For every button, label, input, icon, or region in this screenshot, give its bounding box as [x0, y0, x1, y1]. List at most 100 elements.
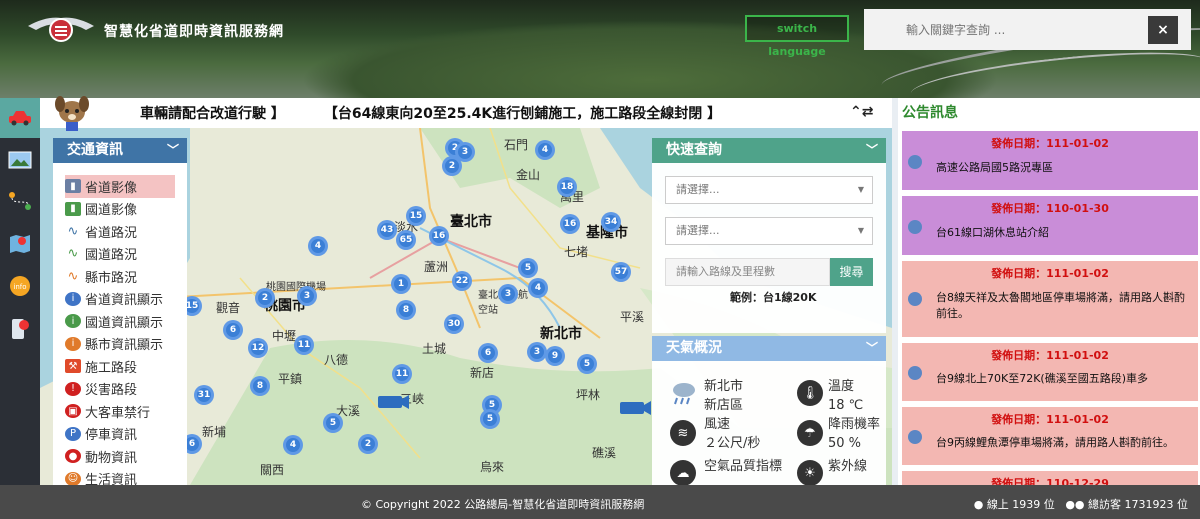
example-hint: 範例：台1線20K [730, 291, 817, 304]
marquee-controls[interactable]: ⌃⇄ [850, 104, 873, 120]
switch-language-button[interactable]: switch language [745, 15, 849, 58]
camera-cluster-marker[interactable]: 12 [248, 338, 268, 358]
quick-query-title: 快速查詢 [666, 142, 722, 158]
chart-line-icon: ∿ [67, 223, 79, 239]
announcement-text: 台8線天祥及太魯閣地區停車場將滿，請用路人斟酌前往。 [936, 291, 1185, 320]
info-bubble-icon[interactable]: info [0, 266, 40, 306]
camera-icon[interactable] [376, 390, 410, 414]
traffic-item-provincial-cctv[interactable]: ▮ 省道影像 [65, 175, 175, 198]
route-icon[interactable] [0, 181, 40, 221]
camera-cluster-marker[interactable]: 16 [560, 214, 580, 234]
traffic-item-county-traffic[interactable]: ∿ 縣市路況 [53, 265, 187, 288]
announcement-item[interactable]: 發佈日期：111-01-02 台8線天祥及太魯閣地區停車場將滿，請用路人斟酌前往… [902, 261, 1198, 337]
camera-cluster-marker[interactable]: 1 [391, 274, 411, 294]
camera-cluster-marker[interactable]: 31 [194, 385, 214, 405]
camera-cluster-marker[interactable]: 5 [480, 409, 500, 429]
chart-line-icon: ∿ [67, 246, 79, 262]
chevron-down-icon[interactable]: ﹀ [866, 138, 878, 163]
camera-cluster-marker[interactable]: 8 [396, 300, 416, 320]
traffic-item-provincial-traffic[interactable]: ∿ 省道路況 [53, 220, 187, 243]
highway-logo-icon[interactable] [26, 14, 96, 44]
people-icon: ☺ [65, 471, 81, 486]
camera-cluster-marker[interactable]: 2 [255, 288, 275, 308]
camera-cluster-marker[interactable]: 22 [452, 271, 472, 291]
camera-cluster-marker[interactable]: 2 [358, 434, 378, 454]
camera-cluster-marker[interactable]: 15 [406, 206, 426, 226]
camera-cluster-marker[interactable]: 4 [528, 278, 548, 298]
map-icon[interactable] [0, 224, 40, 264]
marquee-text[interactable]: 車輛請配合改道行駛 】 【台64線東向20至25.4K進行刨鋪施工，施工路段全線… [140, 103, 721, 123]
camera-cluster-marker[interactable]: 3 [297, 286, 317, 306]
camera-cluster-marker[interactable]: 4 [283, 435, 303, 455]
search-input[interactable] [864, 9, 1147, 50]
icon-rail: info [0, 98, 40, 485]
car-icon[interactable] [0, 98, 40, 138]
info-icon: i [65, 336, 81, 351]
parking-icon: P [65, 426, 81, 441]
globe-icon [908, 430, 922, 444]
camera-cluster-marker[interactable]: 3 [527, 342, 547, 362]
camera-cluster-marker[interactable]: 57 [611, 262, 631, 282]
announcement-item[interactable]: 發佈日期：110-12-29 [902, 471, 1198, 485]
traffic-item-label: 大客車禁行 [85, 405, 151, 421]
traffic-item-freeway-traffic[interactable]: ∿ 國道路況 [53, 243, 187, 266]
camera-cluster-marker[interactable]: 11 [392, 364, 412, 384]
mobile-download-icon[interactable] [0, 309, 40, 349]
announcement-date: 發佈日期：111-01-02 [991, 267, 1109, 280]
traffic-item-construction[interactable]: ⚒ 施工路段 [53, 355, 187, 378]
chevron-down-icon[interactable]: ﹀ [167, 138, 179, 163]
route-select[interactable]: 請選擇... ▼ [665, 176, 873, 204]
announcement-item[interactable]: 發佈日期：111-01-02 台9丙線鯉魚潭停車場將滿，請用路人斟酌前往。 [902, 407, 1198, 465]
site-title[interactable]: 智慧化省道即時資訊服務網 [104, 21, 284, 41]
traffic-item-animal[interactable]: ● 動物資訊 [53, 445, 187, 468]
camera-cluster-marker[interactable]: 34 [601, 212, 621, 232]
camera-cluster-marker[interactable]: 11 [294, 335, 314, 355]
camera-cluster-marker[interactable]: 5 [518, 258, 538, 278]
camera-cluster-marker[interactable]: 9 [545, 346, 565, 366]
weather-panel: 天氣概況 ﹀ 新北市 新店區 🌡 溫度 18 ℃ ≋ 風速 ２公尺/秒 ☂ 降雨… [652, 336, 886, 486]
traffic-item-provincial-cms[interactable]: i 省道資訊顯示 [53, 288, 187, 311]
camera-cluster-marker[interactable]: 5 [323, 413, 343, 433]
camera-cluster-marker[interactable]: 3 [498, 284, 518, 304]
traffic-item-label: 施工路段 [85, 360, 138, 376]
globe-icon [908, 155, 922, 169]
search-close-button[interactable]: × [1148, 16, 1178, 44]
search-button[interactable]: 搜尋 [830, 258, 873, 286]
camera-icon[interactable] [618, 396, 652, 420]
traffic-item-freeway-cms[interactable]: i 國道資訊顯示 [53, 310, 187, 333]
weather-header[interactable]: 天氣概況 ﹀ [652, 336, 886, 361]
image-icon[interactable] [0, 141, 40, 181]
camera-cluster-marker[interactable]: 2 [442, 156, 462, 176]
traffic-item-county-cms[interactable]: i 縣市資訊顯示 [53, 333, 187, 356]
camera-cluster-marker[interactable]: 18 [557, 177, 577, 197]
announcement-date: 發佈日期：111-01-02 [991, 349, 1109, 362]
camera-cluster-marker[interactable]: 8 [250, 376, 270, 396]
camera-cluster-marker[interactable]: 65 [396, 230, 416, 250]
wind-value: ２公尺/秒 [704, 436, 761, 451]
traffic-item-disaster[interactable]: ! 災害路段 [53, 378, 187, 401]
camera-cluster-marker[interactable]: 6 [223, 320, 243, 340]
traffic-item-bus-ban[interactable]: ▣ 大客車禁行 [53, 400, 187, 423]
traffic-item-parking[interactable]: P 停車資訊 [53, 423, 187, 446]
camera-cluster-marker[interactable]: 30 [444, 314, 464, 334]
camera-cluster-marker[interactable]: 6 [478, 343, 498, 363]
camera-cluster-marker[interactable]: 4 [535, 140, 555, 160]
svg-text:info: info [13, 283, 26, 291]
quick-query-header[interactable]: 快速查詢 ﹀ [652, 138, 886, 163]
camera-cluster-marker[interactable]: 43 [377, 220, 397, 240]
road-mileage-input[interactable]: 請輸入路線及里程數 [665, 258, 830, 286]
announcement-item[interactable]: 發佈日期：111-01-02 高速公路局國5路況專區 [902, 131, 1198, 190]
traffic-item-freeway-cctv[interactable]: ▮ 國道影像 [53, 198, 187, 221]
camera-cluster-marker[interactable]: 4 [308, 236, 328, 256]
camera-icon: ▮ [65, 201, 81, 216]
announcement-item[interactable]: 發佈日期：111-01-02 台9線北上70K至72K(礁溪至國五路段)車多 [902, 343, 1198, 401]
online-count: 線上 1939 位 [986, 498, 1055, 511]
camera-cluster-marker[interactable]: 5 [577, 354, 597, 374]
traffic-panel-header[interactable]: 交通資訊 ﹀ [53, 138, 187, 163]
chevron-down-icon[interactable]: ﹀ [866, 336, 878, 361]
traffic-item-label: 停車資訊 [85, 428, 138, 444]
camera-cluster-marker[interactable]: 16 [429, 226, 449, 246]
section-select[interactable]: 請選擇... ▼ [665, 217, 873, 245]
announcement-item[interactable]: 發佈日期：110-01-30 台61線口湖休息站介紹 [902, 196, 1198, 255]
map-city-label: 中壢 [272, 329, 297, 343]
